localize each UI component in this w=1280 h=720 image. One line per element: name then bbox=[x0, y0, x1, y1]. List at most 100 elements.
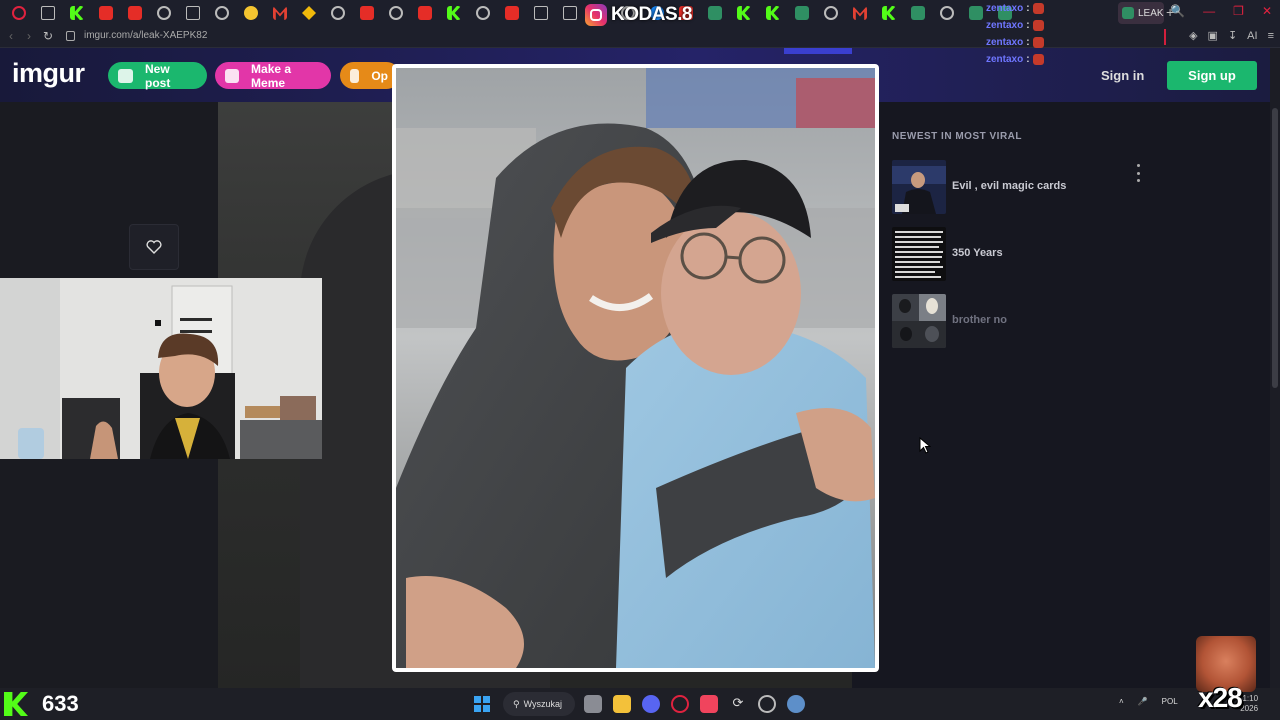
kick-icon[interactable] bbox=[447, 6, 461, 20]
chrome-icon[interactable] bbox=[157, 6, 171, 20]
tab-leak[interactable]: LEAK bbox=[1118, 2, 1164, 24]
opera-gx-icon[interactable] bbox=[671, 695, 689, 713]
chat-separator: : bbox=[1026, 37, 1030, 48]
chat-message: zentaxo : bbox=[986, 17, 1044, 34]
music-icon[interactable] bbox=[700, 695, 718, 713]
kick-icon[interactable] bbox=[882, 6, 896, 20]
mouse-cursor-icon bbox=[919, 437, 931, 454]
maximize-icon[interactable]: ❐ bbox=[1233, 4, 1244, 18]
chrome-icon[interactable] bbox=[824, 6, 838, 20]
sheets-icon[interactable] bbox=[708, 6, 722, 20]
close-icon[interactable]: ✕ bbox=[1262, 4, 1272, 18]
sign-in-link[interactable]: Sign in bbox=[1101, 68, 1144, 83]
task-view-icon[interactable] bbox=[584, 695, 602, 713]
windows-taskbar: ⚲ Wyszukaj ⟳ ˄ 🎤 POL 21:10 2026 bbox=[0, 688, 1280, 720]
chrome-icon[interactable] bbox=[389, 6, 403, 20]
youtube-icon[interactable] bbox=[418, 6, 432, 20]
chat-separator: : bbox=[1026, 20, 1030, 31]
opera-icon[interactable] bbox=[12, 6, 26, 20]
chrome-icon[interactable] bbox=[940, 6, 954, 20]
viral-post-item[interactable]: 350 Years bbox=[892, 227, 1142, 281]
app-icon[interactable]: ⟳ bbox=[729, 695, 747, 713]
search-icon: ⚲ bbox=[513, 698, 520, 709]
post-image-frame[interactable] bbox=[392, 64, 879, 672]
address-bar: ‹ › ↻ imgur.com/a/leak-XAEPK82 ◈ ▣ ↧ AI … bbox=[0, 26, 1280, 48]
windows-start-icon[interactable] bbox=[474, 696, 490, 712]
ai-button[interactable]: AI bbox=[1247, 30, 1257, 42]
header-accent bbox=[784, 48, 852, 54]
obs-icon[interactable] bbox=[758, 695, 776, 713]
tray-chevron-icon[interactable]: ˄ bbox=[1119, 697, 1124, 706]
scroll-thumb[interactable] bbox=[1272, 108, 1278, 388]
lock-icon bbox=[66, 31, 75, 41]
search-tabs-icon[interactable]: 🔍 bbox=[1170, 4, 1185, 18]
streamer-webcam bbox=[0, 278, 322, 459]
sheets-icon[interactable] bbox=[795, 6, 809, 20]
instagram-handle: KODAS.8 bbox=[611, 4, 692, 25]
instagram-overlay: KODAS.8 bbox=[585, 4, 692, 26]
minimize-icon[interactable]: — bbox=[1203, 4, 1215, 18]
chat-overlay: zentaxo : zentaxo : zentaxo : zentaxo : bbox=[986, 0, 1044, 68]
opera-gx-label: Op bbox=[371, 68, 388, 83]
youtube-icon[interactable] bbox=[99, 6, 113, 20]
new-post-label: New post bbox=[145, 61, 171, 90]
tab-leak-label: LEAK bbox=[1138, 7, 1164, 19]
youtube-icon[interactable] bbox=[505, 6, 519, 20]
more-options-icon[interactable] bbox=[1135, 164, 1141, 182]
url-field[interactable]: imgur.com/a/leak-XAEPK82 bbox=[84, 30, 207, 41]
favorite-button[interactable] bbox=[129, 224, 179, 270]
sign-up-button[interactable]: Sign up bbox=[1167, 61, 1257, 90]
settings-icon[interactable] bbox=[331, 6, 345, 20]
kick-icon bbox=[4, 692, 28, 716]
file-explorer-icon[interactable] bbox=[613, 695, 631, 713]
emote-icon bbox=[1032, 37, 1044, 48]
kick-icon[interactable] bbox=[766, 6, 780, 20]
forward-icon[interactable]: › bbox=[27, 29, 31, 43]
emoji-icon[interactable] bbox=[244, 6, 258, 20]
microphone-icon[interactable]: 🎤 bbox=[1138, 697, 1148, 706]
settings-icon[interactable] bbox=[787, 695, 805, 713]
sheets-icon[interactable] bbox=[911, 6, 925, 20]
chat-username: zentaxo bbox=[986, 54, 1024, 65]
chrome-icon[interactable] bbox=[476, 6, 490, 20]
most-viral-heading: NEWEST IN MOST VIRAL bbox=[892, 131, 1022, 142]
window-icon[interactable] bbox=[563, 6, 577, 20]
browser-toolbar: ◈ ▣ ↧ AI ≡ bbox=[1189, 29, 1274, 43]
language-indicator[interactable]: POL bbox=[1162, 697, 1178, 706]
sidebar-divider bbox=[1164, 29, 1166, 45]
system-tray: ˄ 🎤 POL bbox=[1119, 697, 1178, 706]
binance-icon[interactable] bbox=[302, 6, 316, 20]
opera-gx-button[interactable]: Op bbox=[340, 62, 400, 89]
extensions-icon[interactable]: ◈ bbox=[1189, 29, 1197, 42]
youtube-icon[interactable] bbox=[128, 6, 142, 20]
taskbar-search[interactable]: ⚲ Wyszukaj bbox=[503, 692, 575, 716]
gmail-icon[interactable] bbox=[273, 6, 287, 20]
viral-post-item[interactable]: Evil , evil magic cards bbox=[892, 160, 1142, 214]
sub-multiplier: x28 bbox=[1198, 682, 1243, 713]
gmail-icon[interactable] bbox=[853, 6, 867, 20]
kick-icon[interactable] bbox=[70, 6, 84, 20]
imgur-logo[interactable]: imgur bbox=[12, 58, 85, 89]
instagram-icon bbox=[585, 4, 607, 26]
back-icon[interactable]: ‹ bbox=[9, 29, 13, 43]
chrome-icon[interactable] bbox=[215, 6, 229, 20]
reload-icon[interactable]: ↻ bbox=[43, 29, 53, 43]
new-post-button[interactable]: New post bbox=[108, 61, 207, 90]
discord-icon[interactable] bbox=[642, 695, 660, 713]
grid-icon[interactable] bbox=[534, 6, 548, 20]
chat-message: zentaxo : bbox=[986, 34, 1044, 51]
sheets-icon[interactable] bbox=[969, 6, 983, 20]
viral-post-thumbnail bbox=[892, 294, 946, 348]
mail-icon[interactable] bbox=[41, 6, 55, 20]
camera-icon[interactable]: ▣ bbox=[1208, 29, 1218, 42]
window-icon[interactable] bbox=[186, 6, 200, 20]
download-icon[interactable]: ↧ bbox=[1228, 29, 1237, 42]
make-meme-button[interactable]: Make a Meme bbox=[215, 62, 331, 90]
viral-post-item[interactable]: brother no bbox=[892, 294, 1142, 348]
page-scrollbar[interactable] bbox=[1270, 48, 1280, 688]
viral-post-thumbnail bbox=[892, 227, 946, 281]
menu-icon[interactable]: ≡ bbox=[1268, 30, 1274, 42]
youtube-icon[interactable] bbox=[360, 6, 374, 20]
post-image bbox=[396, 68, 875, 668]
kick-icon[interactable] bbox=[737, 6, 751, 20]
